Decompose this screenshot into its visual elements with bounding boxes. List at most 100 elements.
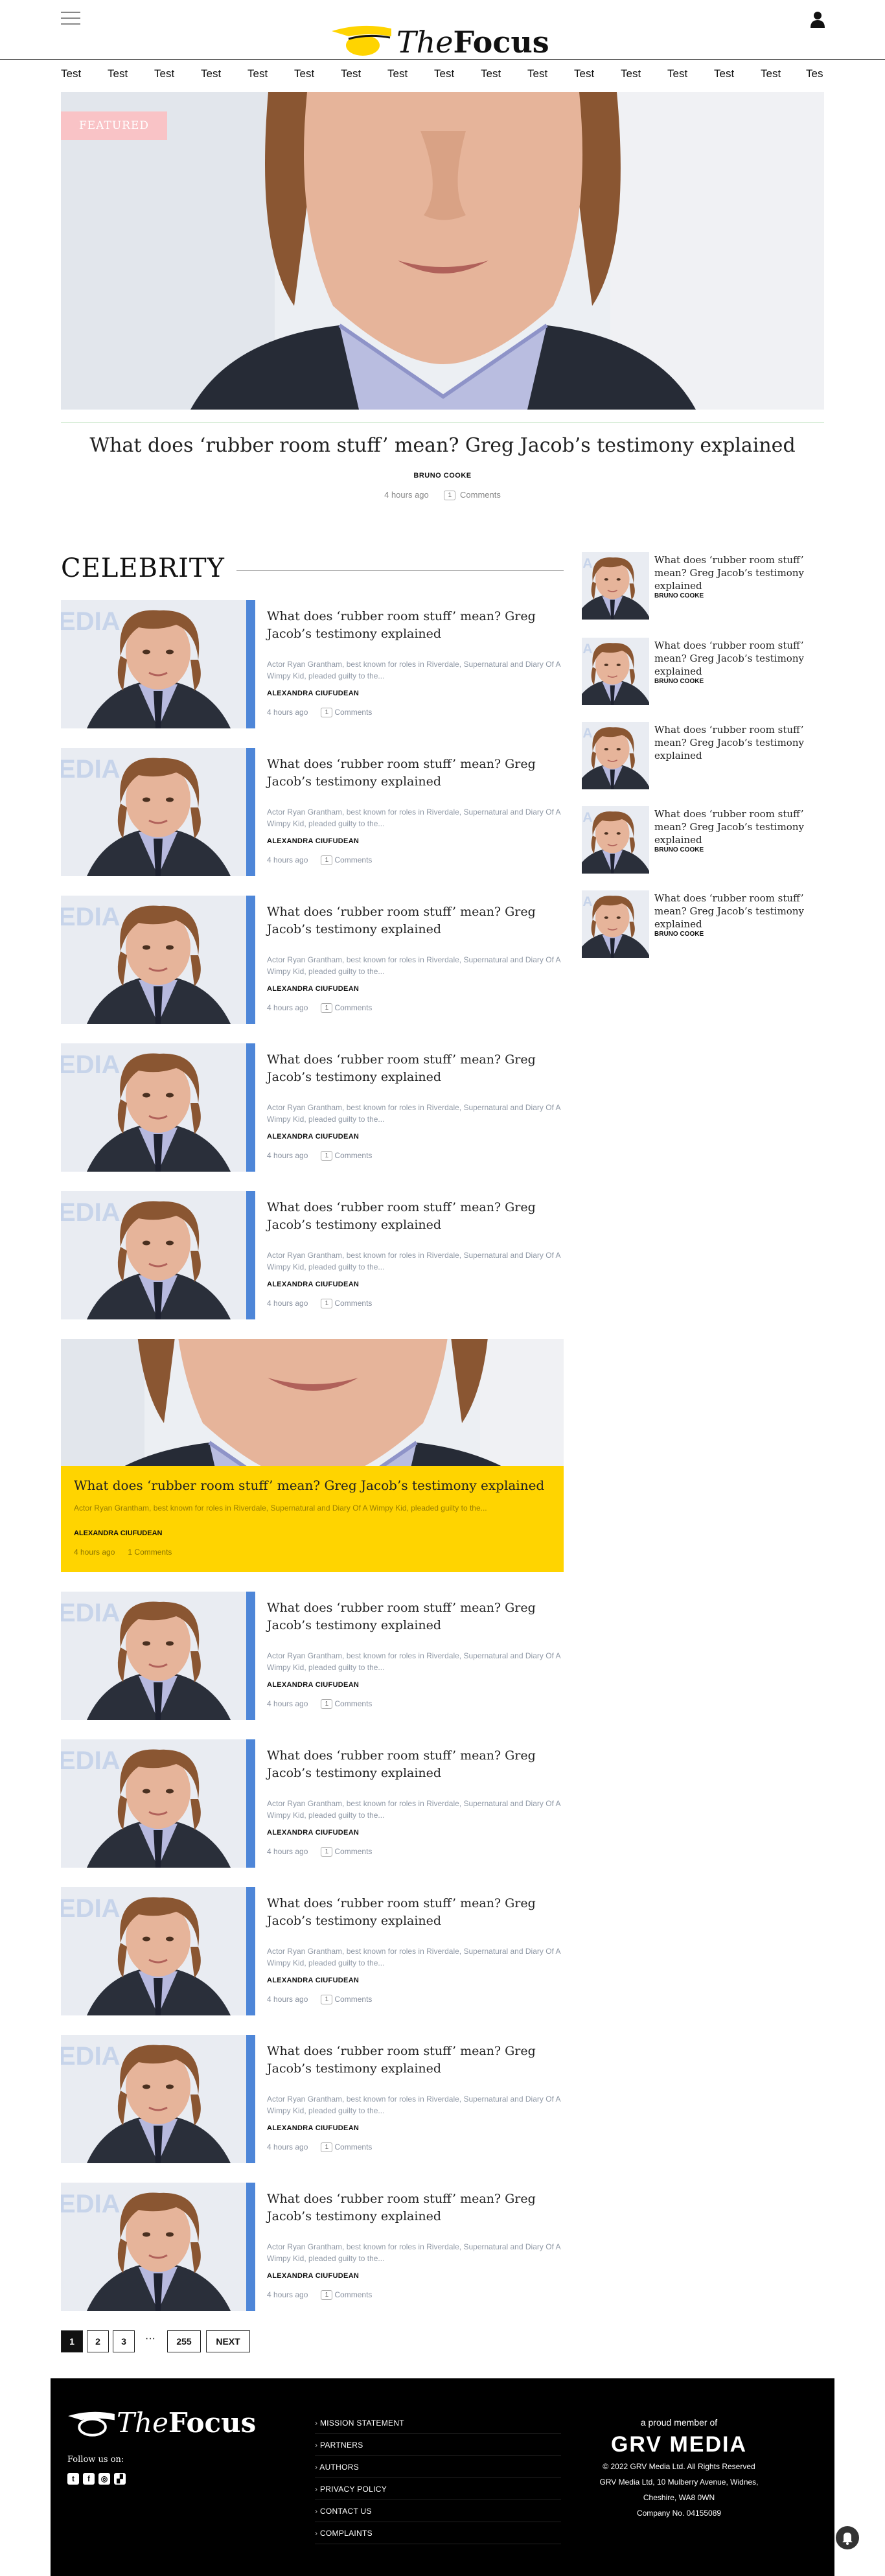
flipboard-icon[interactable]: ▞: [114, 2473, 126, 2485]
comments-link[interactable]: Comments: [334, 1003, 372, 1012]
comments-link[interactable]: Comments: [334, 1151, 372, 1160]
menu-icon[interactable]: [61, 12, 80, 26]
notification-bell-icon[interactable]: [836, 2526, 859, 2549]
article-card[interactable]: What does ‘rubber room stuff’ mean? Greg…: [61, 1043, 564, 1172]
article-title[interactable]: What does ‘rubber room stuff’ mean? Greg…: [267, 756, 564, 791]
article-author[interactable]: ALEXANDRA CIUFUDEAN: [267, 1681, 359, 1689]
comment-icon[interactable]: 1: [321, 2142, 333, 2153]
comment-count[interactable]: 1: [128, 1548, 132, 1557]
article-thumbnail[interactable]: [61, 2183, 255, 2311]
nav-item[interactable]: Test: [621, 67, 641, 80]
footer-link[interactable]: PRIVACY POLICY: [315, 2478, 561, 2500]
article-title[interactable]: What does ‘rubber room stuff’ mean? Greg…: [267, 2043, 564, 2078]
nav-item[interactable]: Test: [387, 67, 408, 80]
sidebar-item[interactable]: What does ‘rubber room stuff’ mean? Greg…: [582, 806, 824, 877]
nav-item[interactable]: Tes: [806, 67, 823, 80]
footer-link[interactable]: MISSION STATEMENT: [315, 2412, 561, 2434]
article-card[interactable]: What does ‘rubber room stuff’ mean? Greg…: [61, 2183, 564, 2311]
grv-logo[interactable]: GRV MEDIA: [588, 2430, 770, 2459]
article-thumbnail[interactable]: [61, 1043, 255, 1172]
footer-link[interactable]: AUTHORS: [315, 2456, 561, 2478]
hero-author[interactable]: BRUNO COOKE: [61, 472, 824, 480]
comments-link[interactable]: Comments: [334, 1995, 372, 2004]
nav-item[interactable]: Test: [481, 67, 501, 80]
sidebar-thumbnail[interactable]: [582, 890, 649, 958]
article-thumbnail[interactable]: [61, 2035, 255, 2163]
article-title[interactable]: What does ‘rubber room stuff’ mean? Greg…: [267, 2190, 564, 2225]
sidebar-thumbnail[interactable]: [582, 722, 649, 789]
sidebar-title[interactable]: What does ‘rubber room stuff’ mean? Greg…: [654, 639, 824, 678]
comment-icon[interactable]: 1: [321, 2290, 333, 2301]
article-thumbnail[interactable]: [61, 1887, 255, 2015]
article-card[interactable]: What does ‘rubber room stuff’ mean? Greg…: [61, 600, 564, 728]
article-card[interactable]: What does ‘rubber room stuff’ mean? Greg…: [61, 896, 564, 1024]
nav-item[interactable]: Test: [527, 67, 547, 80]
article-title[interactable]: What does ‘rubber room stuff’ mean? Greg…: [267, 903, 564, 938]
article-author[interactable]: ALEXANDRA CIUFUDEAN: [267, 985, 359, 993]
article-author[interactable]: ALEXANDRA CIUFUDEAN: [267, 837, 359, 845]
comment-icon[interactable]: 1: [321, 1699, 333, 1710]
footer-logo[interactable]: TheFocus: [66, 2407, 260, 2439]
article-thumbnail[interactable]: [61, 896, 255, 1024]
sidebar-title[interactable]: What does ‘rubber room stuff’ mean? Greg…: [654, 807, 824, 846]
hero-title[interactable]: What does ‘rubber room stuff’ mean? Greg…: [61, 434, 824, 457]
nav-item[interactable]: Test: [761, 67, 781, 80]
instagram-icon[interactable]: ◎: [98, 2473, 110, 2485]
article-card[interactable]: What does ‘rubber room stuff’ mean? Greg…: [61, 1592, 564, 1720]
article-card[interactable]: What does ‘rubber room stuff’ mean? Greg…: [61, 1191, 564, 1319]
nav-item[interactable]: Test: [108, 67, 128, 80]
article-card[interactable]: What does ‘rubber room stuff’ mean? Greg…: [61, 1887, 564, 2015]
nav-item[interactable]: Test: [154, 67, 174, 80]
article-author[interactable]: ALEXANDRA CIUFUDEAN: [267, 1133, 359, 1141]
comment-icon[interactable]: 1: [321, 708, 333, 718]
article-title[interactable]: What does ‘rubber room stuff’ mean? Greg…: [267, 1895, 564, 1930]
comment-icon[interactable]: 1: [321, 1995, 333, 2005]
nav-item[interactable]: Test: [341, 67, 361, 80]
article-card[interactable]: What does ‘rubber room stuff’ mean? Greg…: [61, 1739, 564, 1868]
nav-item[interactable]: Test: [201, 67, 221, 80]
footer-link[interactable]: PARTNERS: [315, 2434, 561, 2456]
sidebar-item[interactable]: What does ‘rubber room stuff’ mean? Greg…: [582, 890, 824, 962]
sidebar-title[interactable]: What does ‘rubber room stuff’ mean? Greg…: [654, 723, 824, 762]
sidebar-author[interactable]: BRUNO COOKE: [654, 678, 704, 685]
article-author[interactable]: ALEXANDRA CIUFUDEAN: [267, 690, 359, 697]
sidebar-author[interactable]: BRUNO COOKE: [654, 592, 704, 599]
article-title[interactable]: What does ‘rubber room stuff’ mean? Greg…: [267, 1599, 564, 1634]
hero-image[interactable]: [61, 92, 824, 410]
article-thumbnail[interactable]: [61, 1592, 255, 1720]
comment-icon[interactable]: 1: [321, 1151, 333, 1161]
comment-icon[interactable]: 1: [321, 1299, 333, 1309]
page-button[interactable]: 255: [167, 2330, 201, 2352]
footer-link[interactable]: CONTACT US: [315, 2500, 561, 2522]
comment-icon[interactable]: 1: [321, 1003, 333, 1014]
comments-link[interactable]: Comments: [134, 1548, 172, 1557]
footer-link[interactable]: COMPLAINTS: [315, 2522, 561, 2544]
sidebar-title[interactable]: What does ‘rubber room stuff’ mean? Greg…: [654, 892, 824, 931]
sidebar-item[interactable]: What does ‘rubber room stuff’ mean? Greg…: [582, 552, 824, 623]
article-title[interactable]: What does ‘rubber room stuff’ mean? Greg…: [267, 1199, 564, 1234]
comments-link[interactable]: Comments: [334, 855, 372, 864]
facebook-icon[interactable]: f: [83, 2473, 95, 2485]
sidebar-thumbnail[interactable]: [582, 806, 649, 874]
article-thumbnail[interactable]: [61, 748, 255, 876]
sidebar-thumbnail[interactable]: [582, 638, 649, 705]
sidebar-item[interactable]: What does ‘rubber room stuff’ mean? Greg…: [582, 638, 824, 709]
article-author[interactable]: ALEXANDRA CIUFUDEAN: [267, 1977, 359, 1984]
comments-link[interactable]: Comments: [334, 1699, 372, 1708]
nav-item[interactable]: Test: [247, 67, 268, 80]
sidebar-author[interactable]: BRUNO COOKE: [654, 931, 704, 938]
comment-icon[interactable]: 1: [444, 491, 456, 501]
article-title[interactable]: What does ‘rubber room stuff’ mean? Greg…: [267, 1051, 564, 1086]
article-card[interactable]: What does ‘rubber room stuff’ mean? Greg…: [61, 748, 564, 876]
article-author[interactable]: ALEXANDRA CIUFUDEAN: [267, 2272, 359, 2280]
sidebar-thumbnail[interactable]: [582, 552, 649, 620]
article-title[interactable]: What does ‘rubber room stuff’ mean? Greg…: [267, 1747, 564, 1782]
article-thumbnail[interactable]: [61, 600, 255, 728]
nav-item[interactable]: Test: [434, 67, 454, 80]
featured-card-title[interactable]: What does ‘rubber room stuff’ mean? Greg…: [74, 1478, 544, 1493]
comments-link[interactable]: Comments: [334, 1847, 372, 1856]
article-thumbnail[interactable]: [61, 1739, 255, 1868]
article-author[interactable]: ALEXANDRA CIUFUDEAN: [267, 2124, 359, 2132]
nav-item[interactable]: Test: [574, 67, 594, 80]
featured-card-image[interactable]: [61, 1339, 564, 1466]
